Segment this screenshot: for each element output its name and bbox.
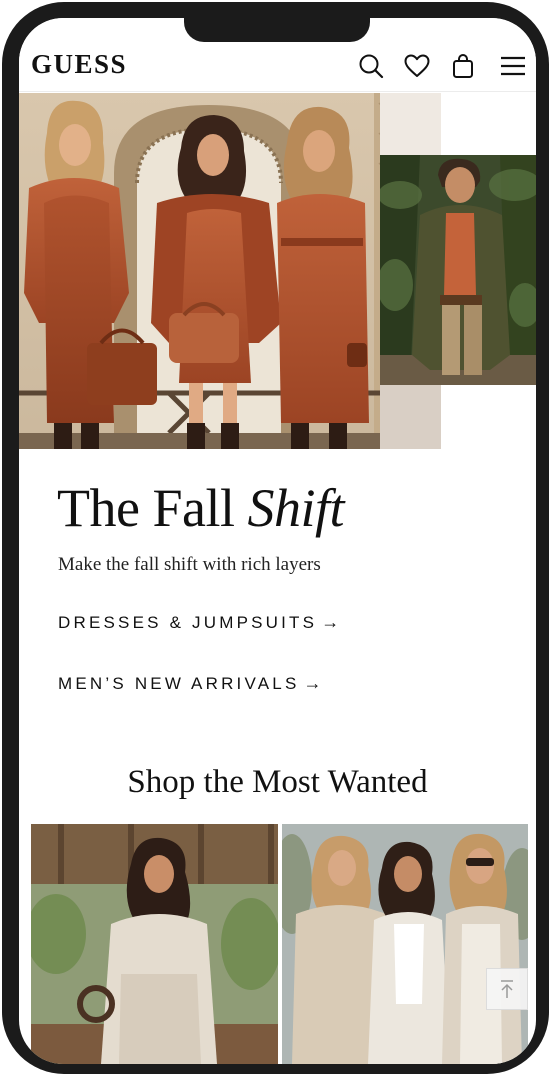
phone-notch xyxy=(184,16,370,42)
hero-frame-top xyxy=(380,93,441,155)
menu-icon[interactable] xyxy=(499,52,527,80)
phone-frame: GUESS The Fall Shift Make the fall shift… xyxy=(2,2,549,1074)
search-icon[interactable] xyxy=(357,52,385,80)
bag-icon[interactable] xyxy=(449,52,477,80)
guess-logo[interactable]: GUESS xyxy=(31,49,127,79)
heart-icon[interactable] xyxy=(403,52,431,80)
hero-image-men[interactable] xyxy=(380,155,536,385)
most-wanted-title: Shop the Most Wanted xyxy=(127,764,428,800)
dresses-jumpsuits-link[interactable]: DRESSES & JUMPSUITS → xyxy=(58,612,339,633)
arrow-right-icon: → xyxy=(303,673,322,693)
product-tile-1[interactable] xyxy=(31,824,278,1064)
arrow-up-icon xyxy=(501,980,513,998)
screen: GUESS The Fall Shift Make the fall shift… xyxy=(19,18,536,1064)
arrow-right-icon: → xyxy=(321,612,340,632)
mens-new-arrivals-link[interactable]: MEN’S NEW ARRIVALS → xyxy=(58,673,322,694)
hero-banner[interactable] xyxy=(19,93,536,449)
hero-frame-bottom xyxy=(380,385,441,449)
hero-image-women[interactable] xyxy=(19,93,441,449)
product-tile-2[interactable] xyxy=(282,824,528,1064)
hero-subline: Make the fall shift with rich layers xyxy=(58,554,321,575)
hero-headline: The Fall Shift xyxy=(57,478,344,538)
scroll-to-top-button[interactable] xyxy=(486,968,528,1010)
